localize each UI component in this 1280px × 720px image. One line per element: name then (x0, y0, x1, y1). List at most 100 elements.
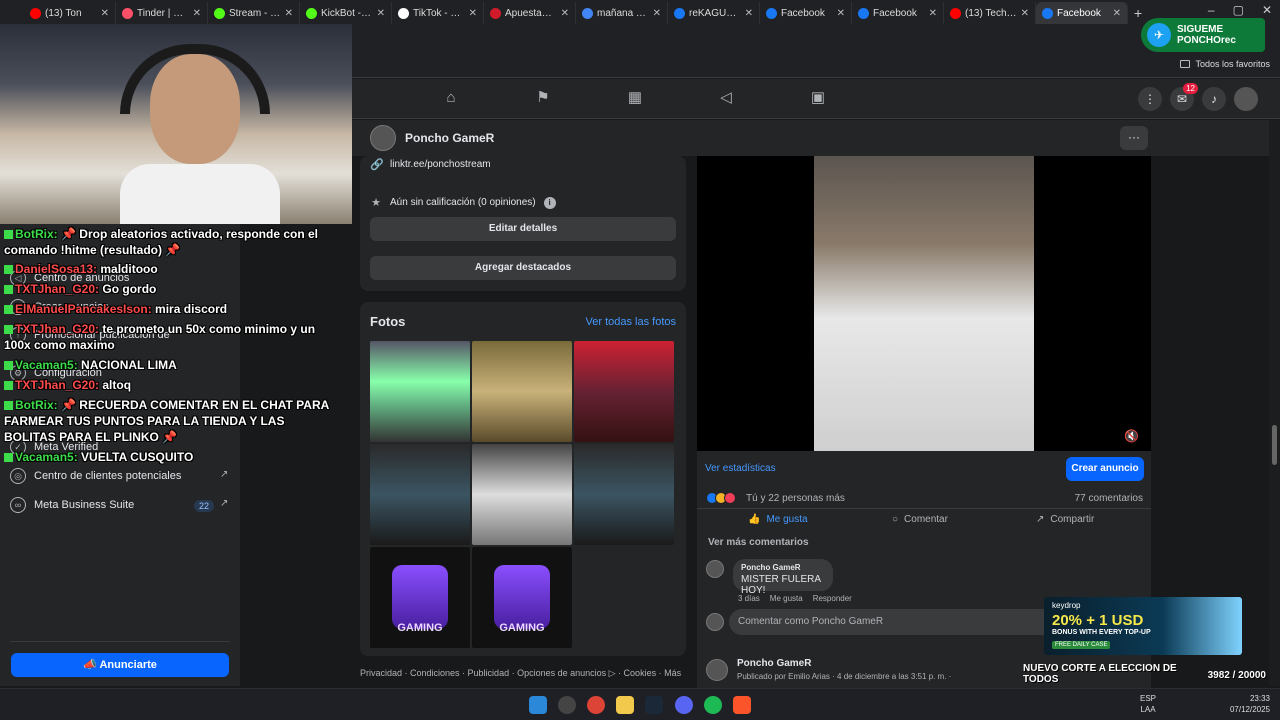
close-tab-icon[interactable]: ✕ (561, 8, 569, 19)
browser-tab[interactable]: Facebook ✕ (760, 2, 852, 24)
photo-thumbnail[interactable] (472, 444, 572, 545)
sidebar-item-leads-center[interactable]: ◎ Centro de clientes potenciales (10, 468, 181, 484)
close-tab-icon[interactable]: ✕ (285, 8, 293, 19)
video-player[interactable]: 🔇 (697, 156, 1151, 451)
scroll-thumb[interactable] (1272, 425, 1277, 465)
calendar-icon[interactable]: ▣ (809, 89, 827, 107)
clock-date: 07/12/2025 (1229, 705, 1270, 714)
minimize-icon[interactable]: – (1208, 3, 1215, 17)
close-tab-icon[interactable]: ✕ (101, 8, 109, 19)
page-title[interactable]: Poncho GameR (405, 131, 494, 145)
sidebar-item-meta-verified[interactable]: ✓ Meta Verified (10, 439, 98, 455)
page-avatar[interactable] (370, 125, 396, 151)
photo-thumbnail[interactable] (472, 341, 572, 442)
page-scrollbar[interactable] (1269, 120, 1280, 686)
browser-tab[interactable]: Stream - Kic ✕ (208, 2, 300, 24)
close-tab-icon[interactable]: ✕ (377, 8, 385, 19)
more-options-button[interactable]: ··· (1120, 126, 1148, 150)
megaphone-icon[interactable]: ◁ (717, 89, 735, 107)
like-button[interactable]: 👍 Me gusta (748, 514, 808, 525)
footer-links[interactable]: Privacidad · Condiciones · Publicidad · … (360, 668, 681, 679)
browser-tab[interactable]: Facebook ✕ (1036, 2, 1128, 24)
browser-tab[interactable]: (13) Tech Ho ✕ (944, 2, 1036, 24)
close-tab-icon[interactable]: ✕ (929, 8, 937, 19)
post-avatar[interactable] (706, 659, 728, 681)
browser-tab[interactable]: Facebook ✕ (852, 2, 944, 24)
close-tab-icon[interactable]: ✕ (469, 8, 477, 19)
language-indicator[interactable]: ESP LAA (1140, 693, 1156, 715)
profile-avatar[interactable] (1234, 87, 1258, 111)
close-window-icon[interactable]: ✕ (1262, 3, 1272, 17)
maximize-icon[interactable]: ▢ (1233, 3, 1244, 17)
create-ad-button[interactable]: Crear anuncio (1066, 457, 1144, 481)
browser-tab[interactable]: Tinder | Con ✕ (116, 2, 208, 24)
browser-tab[interactable]: TikTok - Mal ✕ (392, 2, 484, 24)
view-stats-link[interactable]: Ver estadísticas (705, 463, 776, 474)
reaction-icons[interactable] (706, 492, 736, 504)
stats-icon[interactable]: ▦ (626, 89, 644, 107)
view-more-comments[interactable]: Ver más comentarios (708, 537, 809, 548)
edit-details-button[interactable]: Editar detalles (370, 217, 676, 241)
browser-tab[interactable]: Apuestas de ✕ (484, 2, 576, 24)
comment-author[interactable]: Poncho GameR (741, 563, 825, 572)
comment-reply-link[interactable]: Responder (813, 594, 852, 603)
close-tab-icon[interactable]: ✕ (193, 8, 201, 19)
sidebar-item-boost-post[interactable]: ↑ Promocionar publicación de (10, 327, 170, 343)
browser-tab[interactable]: mañana es f ✕ (576, 2, 668, 24)
close-tab-icon[interactable]: ✕ (1021, 8, 1029, 19)
close-tab-icon[interactable]: ✕ (653, 8, 661, 19)
sidebar-item-business-suite[interactable]: ∞ Meta Business Suite (10, 497, 134, 513)
comment-avatar[interactable] (706, 560, 724, 578)
photo-thumbnail[interactable]: GAMING (472, 547, 572, 648)
comment-input[interactable]: Comentar como Poncho GameR (729, 609, 1069, 635)
sidebar-item-settings[interactable]: ⚙ Configuración (10, 365, 102, 381)
photo-thumbnail[interactable] (370, 341, 470, 442)
sidebar-item-create-ads[interactable]: ✎ Crear anuncios (10, 299, 109, 315)
share-button[interactable]: ↗ Compartir (1036, 514, 1094, 525)
browser-tab[interactable]: (13) Ton ✕ (24, 2, 116, 24)
comment-button[interactable]: ○ Comentar (892, 514, 948, 525)
browser-tab[interactable]: reKAGUE D ✕ (668, 2, 760, 24)
brave-icon[interactable] (733, 696, 751, 714)
reactions-text[interactable]: Tú y 22 personas más (746, 493, 845, 504)
photo-thumbnail[interactable]: GAMING (370, 547, 470, 648)
gear-icon: ⚙ (10, 365, 26, 381)
browser-tab[interactable]: KickBot - Kic ✕ (300, 2, 392, 24)
photo-thumbnail[interactable] (574, 341, 674, 442)
app-icon[interactable] (558, 696, 576, 714)
mute-icon[interactable]: 🔇 (1124, 429, 1139, 443)
external-link-icon: ↗ (220, 469, 229, 480)
home-icon[interactable]: ⌂ (442, 89, 460, 107)
close-tab-icon[interactable]: ✕ (837, 8, 845, 19)
view-all-photos-link[interactable]: Ver todas las fotos (586, 316, 677, 328)
comment-like-link[interactable]: Me gusta (770, 594, 803, 603)
windows-start-icon[interactable] (529, 696, 547, 714)
steam-icon[interactable] (645, 696, 663, 714)
post-author[interactable]: Poncho GameR (737, 658, 811, 669)
messenger-icon[interactable]: ✉ 12 (1170, 83, 1198, 111)
add-featured-button[interactable]: Agregar destacados (370, 256, 676, 280)
flag-icon[interactable]: ⚑ (534, 89, 552, 107)
tab-label: (13) Tech Ho (965, 7, 1017, 19)
photo-thumbnail[interactable] (574, 444, 674, 545)
sidebar-item-ads-center[interactable]: ◁ Centro de anuncios (10, 270, 129, 286)
info-icon[interactable]: i (543, 196, 556, 209)
comment-time[interactable]: 3 días (738, 594, 760, 603)
windows-taskbar: ESP LAA 23:33 07/12/2025 (0, 688, 1280, 720)
file-explorer-icon[interactable] (616, 696, 634, 714)
clock[interactable]: 23:33 07/12/2025 (1230, 693, 1270, 715)
page-link[interactable]: linktr.ee/ponchostream (390, 159, 491, 170)
close-tab-icon[interactable]: ✕ (1113, 8, 1121, 19)
close-tab-icon[interactable]: ✕ (745, 8, 753, 19)
chrome-icon[interactable] (587, 696, 605, 714)
discord-icon[interactable] (675, 696, 693, 714)
comments-count[interactable]: 77 comentarios (1075, 493, 1143, 504)
spotify-icon[interactable] (704, 696, 722, 714)
follow-handle: PONCHOrec (1177, 35, 1236, 46)
all-favorites[interactable]: Todos los favoritos (1180, 59, 1270, 69)
photo-thumbnail[interactable] (370, 444, 470, 545)
advertise-button[interactable]: 📣 Anunciarte (11, 653, 229, 677)
apps-menu-icon[interactable]: ⋮ (1138, 87, 1162, 111)
new-tab-icon[interactable]: + (1134, 5, 1142, 21)
bell-icon[interactable]: ♪ (1202, 87, 1226, 111)
